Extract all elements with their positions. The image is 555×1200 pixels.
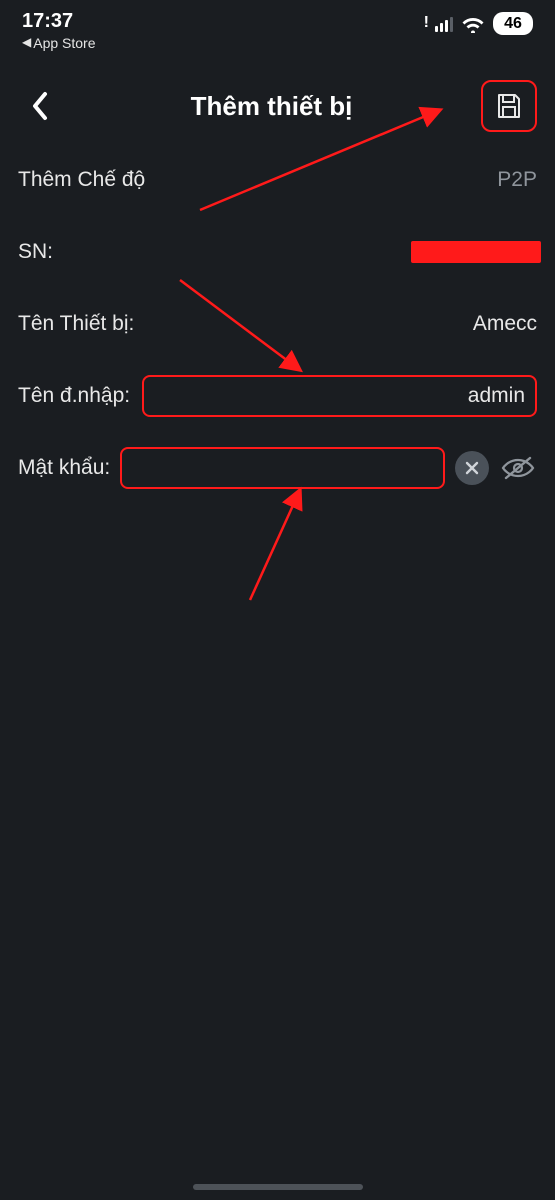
status-left-cluster: 17:37 ◀ App Store (22, 10, 96, 51)
save-icon (494, 91, 524, 121)
password-input[interactable] (120, 447, 445, 489)
clear-password-button[interactable] (455, 451, 489, 485)
password-label: Mật khẩu: (18, 456, 110, 480)
eye-off-icon (501, 455, 535, 481)
save-button[interactable] (481, 80, 537, 132)
add-device-form: Thêm Chế độ P2P SN: 7C03929 Tên Thiết bị… (0, 144, 555, 504)
navbar: Thêm thiết bị (0, 56, 555, 144)
page-title: Thêm thiết bị (62, 91, 481, 122)
chevron-left-icon (29, 90, 51, 122)
battery-indicator: 46 (493, 12, 533, 35)
status-right-cluster: ! 46 (424, 10, 533, 35)
cellular-signal-icon: ! (424, 16, 453, 32)
battery-percent: 46 (504, 15, 522, 32)
row-add-mode[interactable]: Thêm Chế độ P2P (18, 144, 537, 216)
back-to-app-label: App Store (33, 35, 95, 51)
back-to-app[interactable]: ◀ App Store (22, 35, 96, 51)
add-mode-value: P2P (157, 168, 537, 192)
row-sn[interactable]: SN: 7C03929 (18, 216, 537, 288)
add-mode-label: Thêm Chế độ (18, 168, 145, 192)
back-button[interactable] (18, 84, 62, 128)
device-name-value: Amecc (146, 312, 537, 336)
sn-label: SN: (18, 240, 53, 264)
sn-redaction-block (411, 241, 541, 263)
status-time: 17:37 (22, 10, 96, 33)
sn-value-wrap: 7C03929 (65, 240, 537, 264)
home-indicator[interactable] (193, 1184, 363, 1190)
device-name-label: Tên Thiết bị: (18, 312, 134, 336)
wifi-icon (461, 15, 485, 33)
status-bar: 17:37 ◀ App Store ! 46 (0, 0, 555, 56)
username-label: Tên đ.nhập: (18, 384, 130, 408)
toggle-password-visibility-button[interactable] (499, 451, 537, 485)
username-input[interactable]: admin (142, 375, 537, 417)
row-username: Tên đ.nhập: admin (18, 360, 537, 432)
username-value: admin (468, 384, 525, 408)
close-icon (464, 460, 480, 476)
back-caret-icon: ◀ (22, 36, 31, 50)
row-password: Mật khẩu: (18, 432, 537, 504)
row-device-name[interactable]: Tên Thiết bị: Amecc (18, 288, 537, 360)
